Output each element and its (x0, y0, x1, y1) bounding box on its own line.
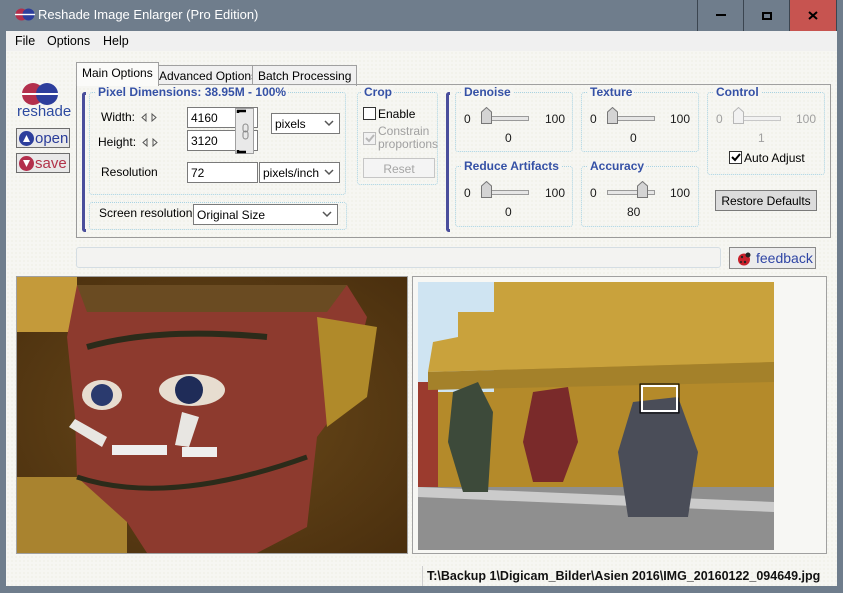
tab-advanced-options[interactable]: Advanced Options (153, 65, 264, 86)
texture-title: Texture (588, 85, 635, 99)
crop-enable-label: Enable (378, 107, 416, 121)
menu-bar: File Options Help (6, 31, 837, 51)
save-label: save (35, 154, 67, 172)
status-file-path: T:\Backup 1\Digicam_Bilder\Asien 2016\IM… (422, 566, 820, 586)
restore-defaults-button[interactable]: Restore Defaults (715, 190, 817, 211)
reduce-artifacts-max: 100 (545, 186, 566, 200)
bracket-divider (446, 92, 450, 232)
open-label: open (35, 129, 69, 147)
logo-text: reshade (17, 103, 72, 120)
control-title: Control (714, 85, 761, 99)
crop-title: Crop (362, 85, 394, 99)
reduce-artifacts-title: Reduce Artifacts (462, 159, 561, 173)
auto-adjust-checkbox[interactable] (729, 151, 742, 164)
crop-reset-button[interactable]: Reset (363, 158, 435, 178)
auto-adjust-label: Auto Adjust (744, 151, 805, 165)
chevron-down-icon (324, 169, 334, 176)
denoise-slider-thumb[interactable] (481, 107, 492, 124)
resolution-input[interactable]: 72 (187, 162, 258, 183)
minimize-icon (715, 14, 726, 16)
resize-arrows-icon (141, 113, 158, 123)
width-label: Width: (101, 110, 158, 124)
reduce-artifacts-slider-thumb[interactable] (481, 181, 492, 198)
close-icon (808, 11, 818, 20)
minimize-button[interactable] (697, 0, 743, 31)
tab-batch-processing[interactable]: Batch Processing (252, 65, 358, 86)
client-area: File Options Help reshade open save Main… (6, 31, 837, 586)
app-logo-icon (15, 8, 35, 21)
close-button[interactable] (789, 0, 837, 31)
texture-slider-thumb[interactable] (607, 107, 618, 124)
resize-arrows-icon (142, 138, 159, 148)
save-button[interactable]: save (16, 153, 70, 173)
chevron-down-icon (324, 120, 334, 127)
constrain-proportions-label: Constrain proportions (378, 124, 439, 151)
checkmark-icon (731, 153, 741, 162)
window-title: Reshade Image Enlarger (Pro Edition) (38, 7, 259, 22)
maximize-button[interactable] (743, 0, 789, 31)
save-icon (19, 155, 34, 171)
resolution-unit-select[interactable]: pixels/inch (259, 162, 340, 183)
zoomed-preview-image (17, 277, 407, 553)
control-max: 100 (796, 112, 817, 126)
tab-main-options[interactable]: Main Options (76, 62, 159, 86)
denoise-min: 0 (464, 112, 471, 126)
texture-value: 0 (630, 131, 637, 145)
screen-resolution-label: Screen resolution (99, 206, 193, 220)
accuracy-slider-thumb[interactable] (636, 181, 648, 198)
height-label: Height: (98, 135, 159, 149)
control-slider-thumb[interactable] (733, 107, 745, 124)
reduce-artifacts-value: 0 (505, 205, 512, 219)
zoomed-preview-panel[interactable] (16, 276, 408, 554)
texture-max: 100 (670, 112, 691, 126)
app-window: Reshade Image Enlarger (Pro Edition) Fil… (0, 0, 843, 593)
constrain-link-button[interactable] (235, 108, 254, 154)
accuracy-max: 100 (670, 186, 691, 200)
accuracy-slider-track[interactable] (607, 190, 655, 195)
menu-file[interactable]: File (15, 34, 35, 48)
accuracy-min: 0 (590, 186, 597, 200)
open-button[interactable]: open (16, 128, 70, 148)
bracket-divider (82, 92, 86, 232)
screen-resolution-select[interactable]: Original Size (193, 204, 338, 225)
denoise-max: 100 (545, 112, 566, 126)
texture-min: 0 (590, 112, 597, 126)
full-image (418, 282, 774, 550)
feedback-button[interactable]: feedback (729, 247, 816, 269)
ladybug-icon (738, 252, 751, 266)
resolution-label: Resolution (101, 165, 158, 179)
menu-options[interactable]: Options (47, 34, 90, 48)
chevron-down-icon (322, 211, 332, 218)
chain-link-icon (236, 109, 249, 154)
control-value: 1 (758, 131, 765, 145)
maximize-icon (761, 11, 772, 20)
unit-select[interactable]: pixels (271, 113, 340, 134)
crop-enable-checkbox[interactable] (363, 107, 376, 120)
main-options-panel: Pixel Dimensions: 38.95M - 100% Width: 4… (76, 84, 831, 238)
title-bar: Reshade Image Enlarger (Pro Edition) (0, 0, 843, 31)
full-image-panel[interactable] (412, 276, 827, 554)
open-icon (19, 130, 34, 146)
control-min: 0 (716, 112, 723, 126)
denoise-value: 0 (505, 131, 512, 145)
denoise-title: Denoise (462, 85, 513, 99)
menu-help[interactable]: Help (103, 34, 129, 48)
checkmark-icon (365, 134, 375, 143)
feedback-label: feedback (756, 250, 813, 266)
constrain-proportions-checkbox[interactable] (363, 132, 376, 145)
accuracy-title: Accuracy (588, 159, 647, 173)
pixel-dimensions-title: Pixel Dimensions: 38.95M - 100% (96, 85, 289, 99)
reduce-artifacts-min: 0 (464, 186, 471, 200)
progress-bar (76, 247, 721, 268)
accuracy-value: 80 (627, 205, 641, 219)
